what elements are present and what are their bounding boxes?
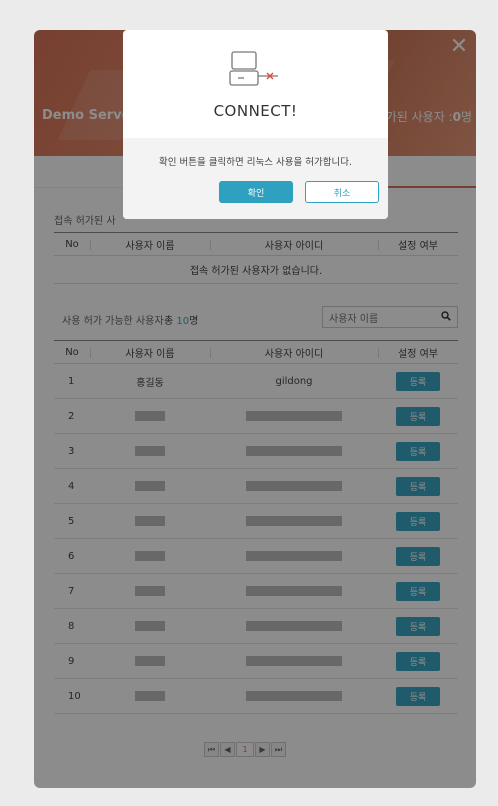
computer-disconnect-icon — [229, 51, 278, 86]
connect-dialog: CONNECT! 확인 버튼을 클릭하면 리눅스 사용을 허가합니다. 확인 취… — [123, 30, 388, 219]
dialog-title: CONNECT! — [213, 102, 298, 120]
dialog-message: 확인 버튼을 클릭하면 리눅스 사용을 허가합니다. — [159, 157, 352, 168]
cancel-button[interactable]: 취소 — [305, 181, 379, 203]
confirm-button[interactable]: 확인 — [219, 181, 293, 203]
